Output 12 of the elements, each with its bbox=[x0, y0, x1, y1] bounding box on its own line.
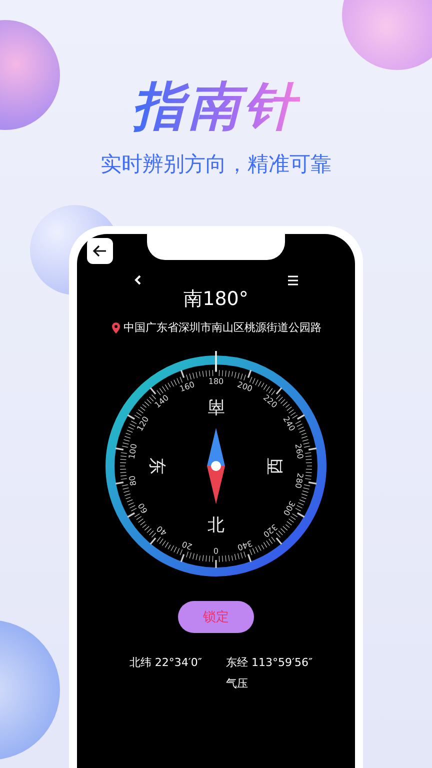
location-pin-icon bbox=[110, 322, 120, 334]
pressure-label: 气压 bbox=[226, 676, 249, 691]
lock-button[interactable]: 锁定 bbox=[178, 601, 254, 633]
back-arrow-icon bbox=[92, 243, 108, 259]
back-button[interactable] bbox=[87, 238, 113, 264]
menu-icon[interactable] bbox=[287, 274, 299, 286]
longitude-text: 东经 113°59′56″ bbox=[226, 655, 313, 670]
latitude-text: 北纬 22°34′0″ bbox=[129, 655, 202, 671]
heading-reading: 南180° bbox=[184, 287, 248, 312]
tagline: 实时辨别方向，精准可靠 bbox=[100, 151, 332, 178]
location-text: 中国广东省深圳市南山区桃源街道公园路 bbox=[124, 320, 322, 335]
chevron-left-icon[interactable] bbox=[133, 274, 143, 286]
